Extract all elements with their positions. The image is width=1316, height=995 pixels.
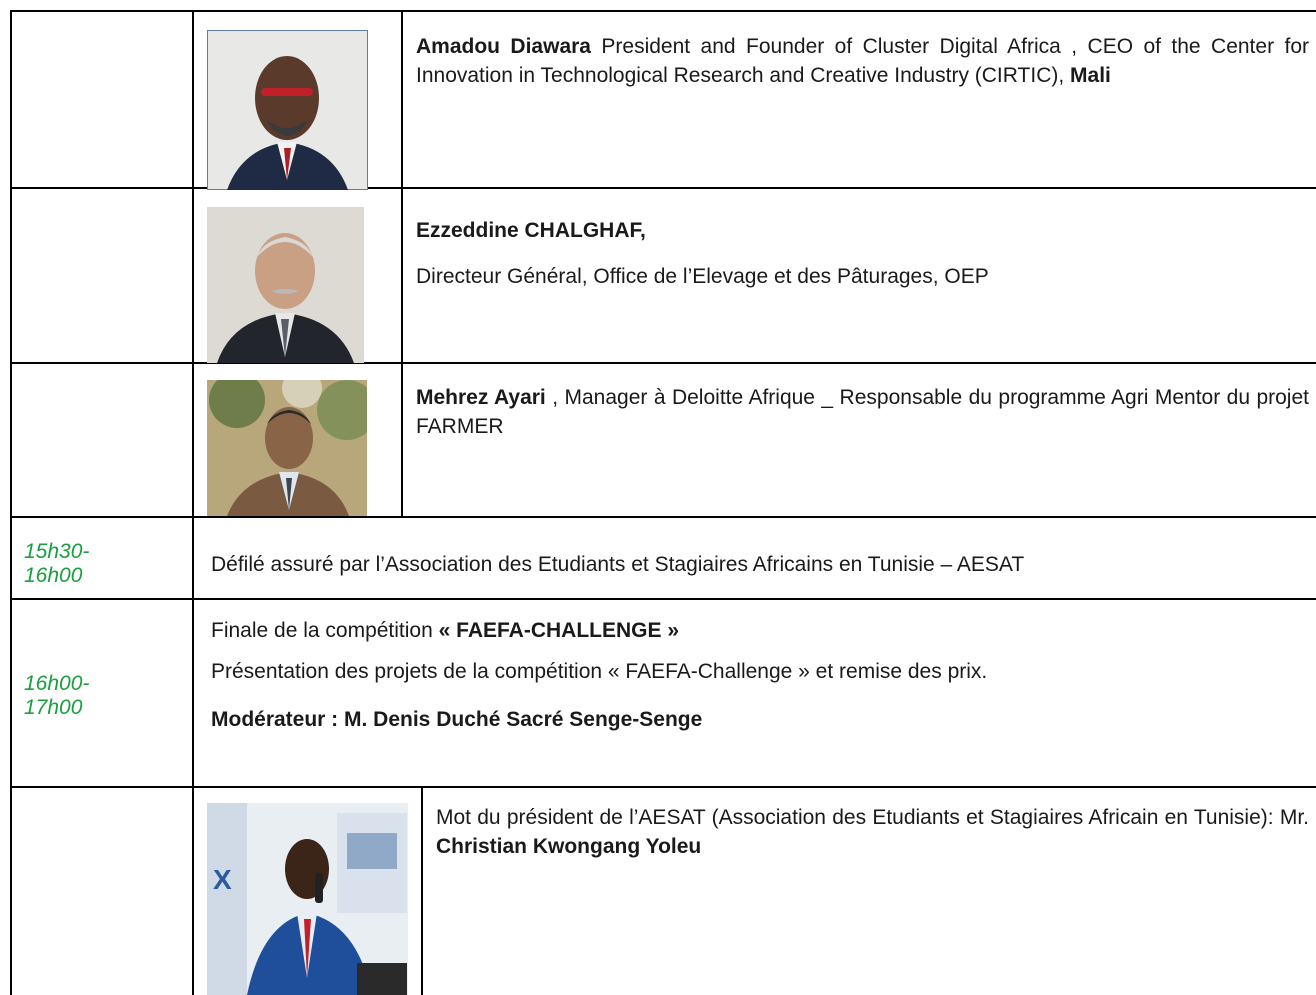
session-description: Défilé assuré par l’Association des Etud… [211,553,1025,576]
session-title-bold: « FAEFA-CHALLENGE » [438,619,680,642]
speaker-name: Amadou Diawara [416,35,591,58]
speaker-country: Mali [1070,64,1111,87]
time-slot: 16h00- 17h00 [24,672,90,719]
speaker-name: Ezzeddine CHALGHAF, [416,219,646,242]
speaker-name: Christian Kwongang Yoleu [436,835,702,858]
svg-text:X: X [213,864,232,895]
row-divider [10,786,1316,788]
column-divider [421,786,423,995]
moderator: Modérateur : M. Denis Duché Sacré Senge-… [211,708,703,731]
time-slot: 15h30- 16h00 [24,540,90,587]
row-divider [10,516,1316,518]
speaker-role: Mot du président de l’AESAT (Association… [436,806,1309,829]
session-title: Finale de la compétition « FAEFA-CHALLEN… [211,616,1311,645]
speaker-description: Amadou Diawara President and Founder of … [416,32,1309,90]
row-divider [10,362,1316,364]
table-border [10,10,12,995]
row-divider [10,187,1316,189]
speaker-role: , Manager à Deloitte Afrique _ Responsab… [416,386,1309,438]
session-title-prefix: Finale de la compétition [211,619,439,642]
speaker-name: Mehrez Ayari [416,386,546,409]
speaker-photo [207,207,364,363]
table-border [10,10,1316,12]
column-divider [401,10,403,516]
speaker-description: Mot du président de l’AESAT (Association… [436,803,1309,861]
session-description: Présentation des projets de la compétiti… [211,660,988,683]
row-divider [10,598,1316,600]
speaker-photo: X [207,803,408,995]
speaker-photo [207,30,368,190]
speaker-photo [207,380,367,516]
column-divider [192,10,194,995]
speaker-description: Mehrez Ayari , Manager à Deloitte Afriqu… [416,383,1309,441]
speaker-title: Directeur Général, Office de l’Elevage e… [416,265,989,288]
